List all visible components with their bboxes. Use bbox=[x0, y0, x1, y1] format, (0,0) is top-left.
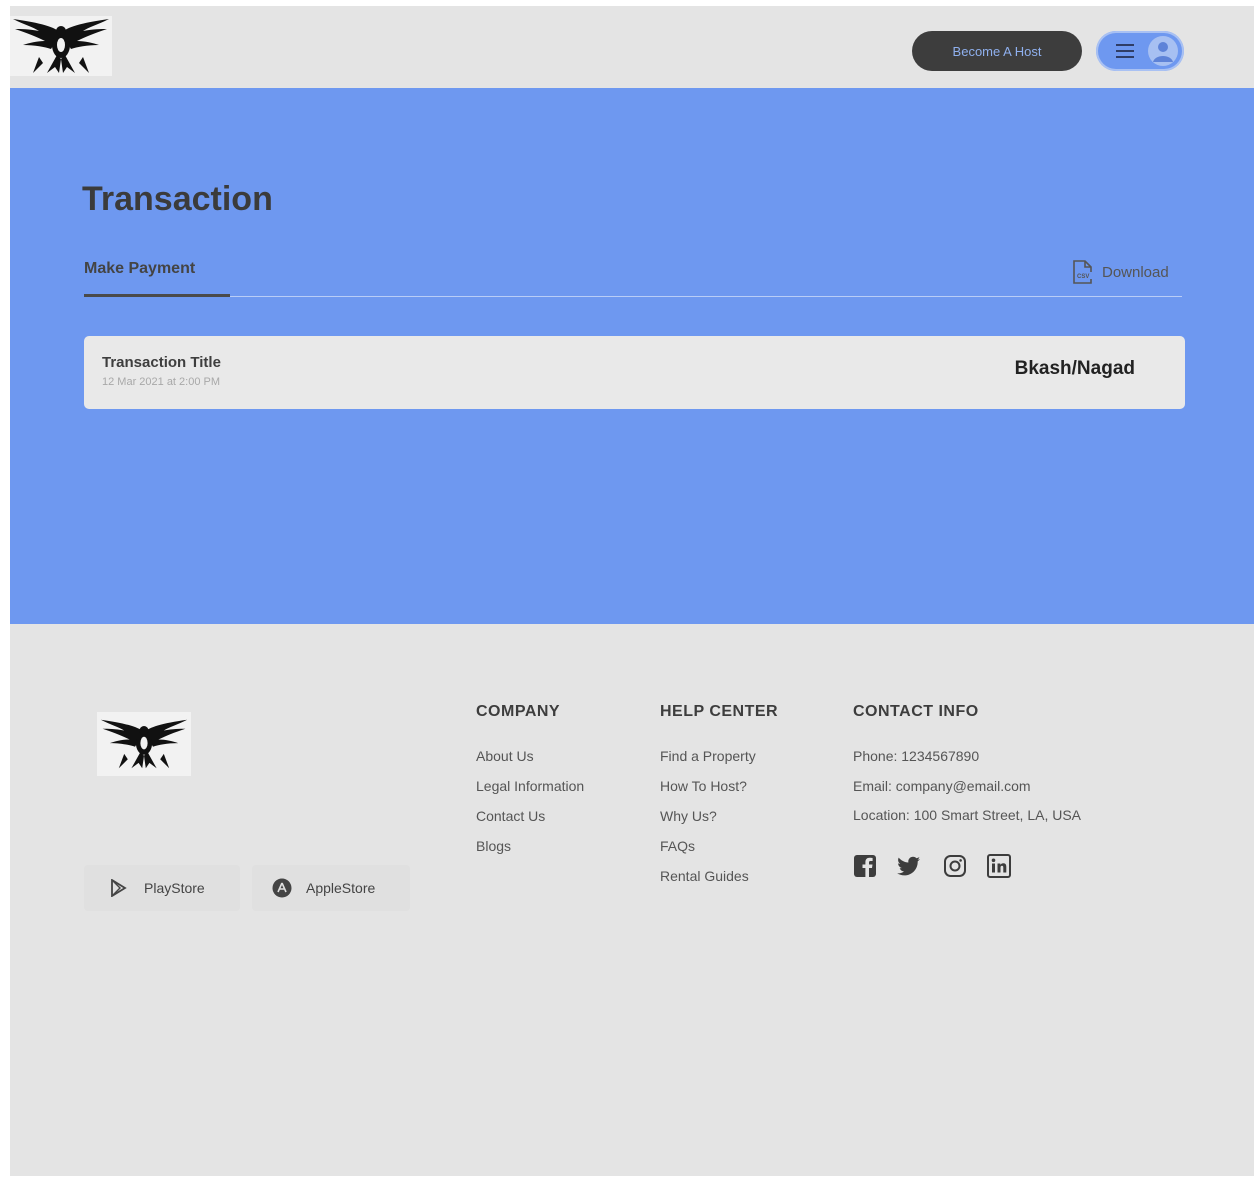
contact-phone: Phone: 1234567890 bbox=[853, 748, 980, 764]
applestore-label: AppleStore bbox=[306, 880, 376, 896]
user-avatar-icon bbox=[1148, 36, 1178, 66]
contact-email[interactable]: Email: company@email.com bbox=[853, 778, 1031, 794]
footer-link-find-property[interactable]: Find a Property bbox=[660, 748, 756, 764]
become-host-button[interactable]: Become A Host bbox=[912, 31, 1082, 71]
transaction-card[interactable]: Transaction Title 12 Mar 2021 at 2:00 PM… bbox=[84, 336, 1185, 409]
instagram-icon[interactable] bbox=[943, 854, 967, 878]
twitter-icon[interactable] bbox=[897, 854, 921, 878]
footer-link-why-us[interactable]: Why Us? bbox=[660, 808, 717, 824]
download-label: Download bbox=[1102, 263, 1169, 281]
footer-link-how-to-host[interactable]: How To Host? bbox=[660, 778, 747, 794]
facebook-icon[interactable] bbox=[853, 854, 877, 878]
transaction-title: Transaction Title bbox=[102, 354, 221, 371]
csv-file-icon: CSV bbox=[1073, 260, 1093, 284]
top-header: Become A Host bbox=[10, 6, 1254, 88]
footer-link-about[interactable]: About Us bbox=[476, 748, 534, 764]
footer-link-contact[interactable]: Contact Us bbox=[476, 808, 545, 824]
applestore-button[interactable]: AppleStore bbox=[252, 865, 410, 911]
payment-method: Bkash/Nagad bbox=[1014, 358, 1135, 379]
user-menu-toggle[interactable] bbox=[1096, 31, 1184, 71]
transaction-date: 12 Mar 2021 at 2:00 PM bbox=[102, 376, 221, 388]
playstore-button[interactable]: PlayStore bbox=[84, 865, 240, 911]
page-title: Transaction bbox=[82, 180, 273, 218]
play-store-icon bbox=[111, 879, 127, 897]
contact-location: Location: 100 Smart Street, LA, USA bbox=[853, 807, 1082, 823]
transaction-section: Transaction Make Payment CSV Download Tr… bbox=[10, 88, 1254, 624]
page-frame: Become A Host Transaction Make Payment C… bbox=[10, 6, 1254, 1176]
active-tab-indicator bbox=[84, 294, 230, 297]
brand-logo[interactable] bbox=[10, 16, 112, 76]
contact-info-heading: CONTACT INFO bbox=[853, 703, 979, 720]
tab-make-payment[interactable]: Make Payment bbox=[84, 260, 195, 278]
svg-text:CSV: CSV bbox=[1077, 274, 1089, 280]
tab-divider bbox=[84, 296, 1182, 297]
footer-link-faqs[interactable]: FAQs bbox=[660, 838, 695, 854]
footer-link-blogs[interactable]: Blogs bbox=[476, 838, 511, 854]
app-store-icon bbox=[272, 878, 292, 898]
company-heading: COMPANY bbox=[476, 703, 561, 720]
linkedin-icon[interactable] bbox=[987, 854, 1011, 878]
hamburger-menu-icon bbox=[1116, 44, 1134, 58]
playstore-label: PlayStore bbox=[144, 880, 205, 896]
download-button[interactable]: CSV Download bbox=[1072, 260, 1169, 284]
help-center-heading: HELP CENTER bbox=[660, 703, 779, 720]
eagle-logo-icon bbox=[100, 719, 188, 769]
footer-logo[interactable] bbox=[97, 712, 191, 776]
footer-link-rental-guides[interactable]: Rental Guides bbox=[660, 868, 749, 884]
footer-link-legal[interactable]: Legal Information bbox=[476, 778, 584, 794]
eagle-logo-icon bbox=[13, 19, 109, 73]
